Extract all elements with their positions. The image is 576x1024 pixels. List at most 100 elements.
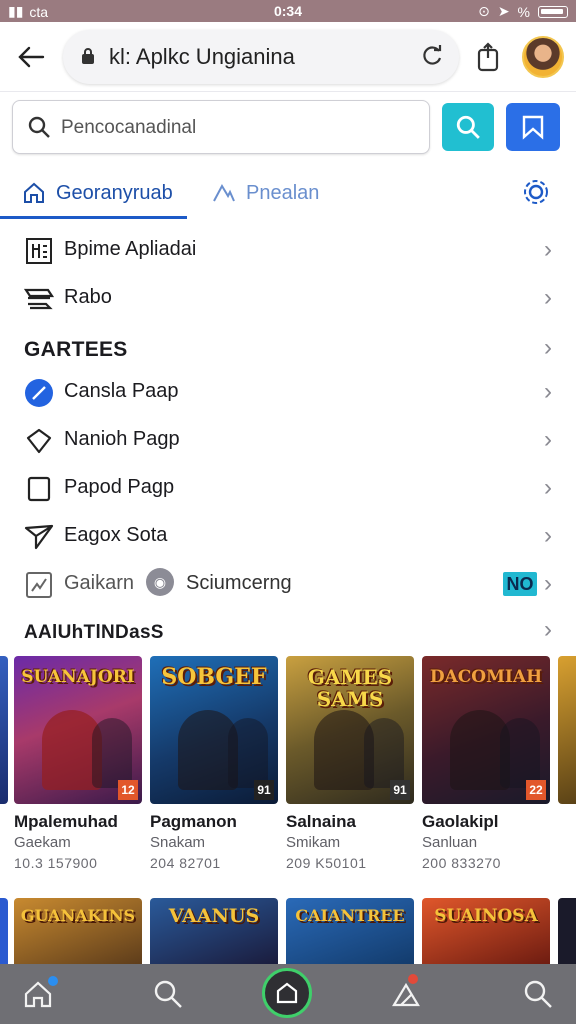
tab-second[interactable]: Pnealan <box>212 166 319 220</box>
menu-item-label: Rabo <box>64 286 112 308</box>
game-card[interactable]: GUANAKINS <box>14 898 142 964</box>
battery-icon <box>538 5 568 18</box>
game-card-partial[interactable] <box>0 898 8 964</box>
section-title-games: GARTEES <box>24 338 128 361</box>
active-tab-indicator <box>0 216 187 219</box>
browser-toolbar: kl: Aplkc Ungianina <box>0 22 576 92</box>
square-icon <box>24 474 54 504</box>
game-cover-title: DACOMIAH <box>429 667 543 687</box>
search-button[interactable] <box>442 103 494 151</box>
url-text[interactable]: kl: Aplkc Ungianina <box>109 44 295 70</box>
game-name: Gaolakipl <box>422 812 499 831</box>
notification-icon <box>392 982 420 1007</box>
game-stats: 204 82701 <box>150 855 221 871</box>
menu-item-eagox[interactable]: Eagox Sota › <box>0 512 576 560</box>
game-card[interactable]: CAIANTREE <box>286 898 414 964</box>
game-card[interactable]: SOBGEF 91 Pagmanon Snakam 204 82701 <box>150 656 278 871</box>
menu-item-label: Nanioh Pagp <box>64 428 180 450</box>
game-cover-title: SUAINOSA <box>434 906 538 926</box>
chevron-right-icon[interactable]: › <box>544 334 552 362</box>
edit-circle-icon <box>24 378 54 408</box>
tab-second-label: Pnealan <box>246 181 320 204</box>
game-card-partial[interactable] <box>0 656 8 804</box>
game-card[interactable]: GAMES SAMS 91 Salnaina Smikam 209 K50101 <box>286 656 414 871</box>
nav-search-button[interactable] <box>146 972 190 1016</box>
mountain-icon <box>213 183 235 202</box>
game-stats: 200 833270 <box>422 855 501 871</box>
game-card-partial[interactable] <box>558 898 576 964</box>
nav-search-secondary-button[interactable] <box>516 972 560 1016</box>
apps-icon <box>24 236 54 266</box>
address-bar[interactable]: kl: Aplkc Ungianina <box>63 30 459 84</box>
chevron-right-icon: › <box>544 474 552 501</box>
age-rating-badge: 91 <box>254 780 274 800</box>
game-card-partial[interactable] <box>558 656 576 804</box>
status-badge: NO <box>503 572 537 596</box>
nav-home-button[interactable] <box>16 972 60 1016</box>
search-icon <box>456 115 480 139</box>
game-developer: Gaekam <box>14 834 71 851</box>
game-carousel-second: GUANAKINS VAANUS CAIANTREE SUAINOSA <box>0 898 576 964</box>
game-cover-title: GUANAKINS <box>20 906 136 925</box>
game-cover-title: VAANUS <box>168 905 260 927</box>
chevron-right-icon: › <box>544 522 552 549</box>
character-figure <box>92 718 132 788</box>
status-bar: ▮▮ cta 0:34 ⊙ ➤ % <box>0 0 576 22</box>
bottom-navigation <box>0 964 576 1024</box>
menu-item-rabo[interactable]: Rabo › <box>0 274 576 322</box>
game-stats: 10.3 157900 <box>14 855 98 871</box>
notification-dot <box>408 974 418 984</box>
game-cover: SUANAJORI 12 <box>14 656 142 804</box>
character-figure <box>364 718 404 788</box>
search-icon <box>154 980 182 1008</box>
game-card[interactable]: DACOMIAH 22 Gaolakipl Sanluan 200 833270 <box>422 656 550 871</box>
square-home-icon <box>276 982 298 1004</box>
share-icon[interactable] <box>472 40 504 74</box>
chevron-right-icon: › <box>544 378 552 405</box>
notification-dot <box>48 976 58 986</box>
menu-item-gaikarn[interactable]: Gaikarn ◉ Sciumcerng NO › <box>0 560 576 608</box>
tab-home-label: Georanyruab <box>56 181 173 204</box>
character-figure <box>500 718 540 788</box>
avatar[interactable] <box>522 36 564 78</box>
game-card[interactable]: VAANUS <box>150 898 278 964</box>
menu-item-cansla[interactable]: Cansla Paap › <box>0 368 576 416</box>
menu-item-label: Cansla Paap <box>64 380 179 402</box>
back-arrow-icon[interactable] <box>14 40 48 74</box>
game-cover: DACOMIAH 22 <box>422 656 550 804</box>
game-stats: 209 K50101 <box>286 855 367 871</box>
menu-item-nanioh[interactable]: Nanioh Pagp › <box>0 416 576 464</box>
reload-icon[interactable] <box>419 43 445 69</box>
status-right: ⊙ ➤ % <box>478 3 568 20</box>
menu-item-papod[interactable]: Papod Pagp › <box>0 464 576 512</box>
game-carousel: SUANAJORI 12 Mpalemuhad Gaekam 10.3 1579… <box>0 656 576 896</box>
game-card[interactable]: SUAINOSA <box>422 898 550 964</box>
nav-notifications-button[interactable] <box>384 972 428 1016</box>
game-developer: Sanluan <box>422 834 478 851</box>
game-name: Pagmanon <box>150 812 237 831</box>
bookmark-icon <box>522 115 544 140</box>
tab-home[interactable]: Georanyruab <box>22 166 173 220</box>
chevron-right-icon: › <box>544 284 552 311</box>
chevron-right-icon: › <box>544 570 552 597</box>
alarm-icon: ⊙ <box>478 3 490 19</box>
chip-label: Sciumcerng <box>186 572 292 594</box>
settings-icon[interactable] <box>522 178 550 206</box>
game-name: Mpalemuhad <box>14 812 118 831</box>
chevron-right-icon[interactable]: › <box>544 616 552 644</box>
search-input[interactable] <box>61 111 421 145</box>
section-title-apps: AAlUhTlNDasS <box>24 622 164 643</box>
tab-bar: Georanyruab Pnealan <box>0 166 576 220</box>
search-icon <box>524 980 552 1008</box>
stack-icon <box>24 284 54 314</box>
game-card[interactable]: SUANAJORI 12 Mpalemuhad Gaekam 10.3 1579… <box>14 656 142 871</box>
menu-item-label: Papod Pagp <box>64 476 175 498</box>
signal-percent: % <box>517 3 530 20</box>
age-rating-badge: 22 <box>526 780 546 800</box>
search-field[interactable] <box>12 100 430 154</box>
chevron-right-icon: › <box>544 236 552 263</box>
menu-item-apps[interactable]: Bpime Apliadai › <box>0 226 576 274</box>
bookmark-button[interactable] <box>506 103 560 151</box>
search-icon <box>28 116 50 138</box>
nav-center-button[interactable] <box>262 968 312 1018</box>
